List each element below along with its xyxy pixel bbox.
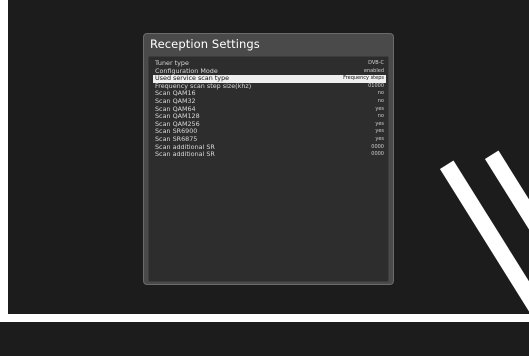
setting-value: yes [375, 120, 384, 127]
settings-list: Tuner type DVB-C Configuration Mode enab… [153, 59, 386, 159]
screen-border-left [0, 0, 8, 322]
setting-value: no [377, 90, 384, 97]
screen-border-bottom [0, 314, 529, 322]
setting-value: enabled [363, 67, 384, 74]
setting-value: yes [375, 105, 384, 112]
setting-value: 01000 [368, 82, 384, 89]
setting-row-scan-additional-sr-2[interactable]: Scan additional SR 0000 [153, 151, 386, 159]
setting-value: Frequency steps [343, 75, 384, 82]
setting-value: yes [375, 128, 384, 135]
setting-value: no [377, 97, 384, 104]
setting-value: 0000 [371, 151, 384, 158]
reception-settings-dialog: Reception Settings Tuner type DVB-C Conf… [143, 33, 394, 285]
setting-value: 0000 [371, 143, 384, 150]
setting-value: yes [375, 135, 384, 142]
settings-list-area: Tuner type DVB-C Configuration Mode enab… [148, 56, 389, 282]
setting-value: no [377, 113, 384, 120]
setting-value: DVB-C [368, 60, 384, 66]
setting-label: Scan additional SR [155, 150, 215, 159]
dialog-title: Reception Settings [150, 37, 260, 51]
